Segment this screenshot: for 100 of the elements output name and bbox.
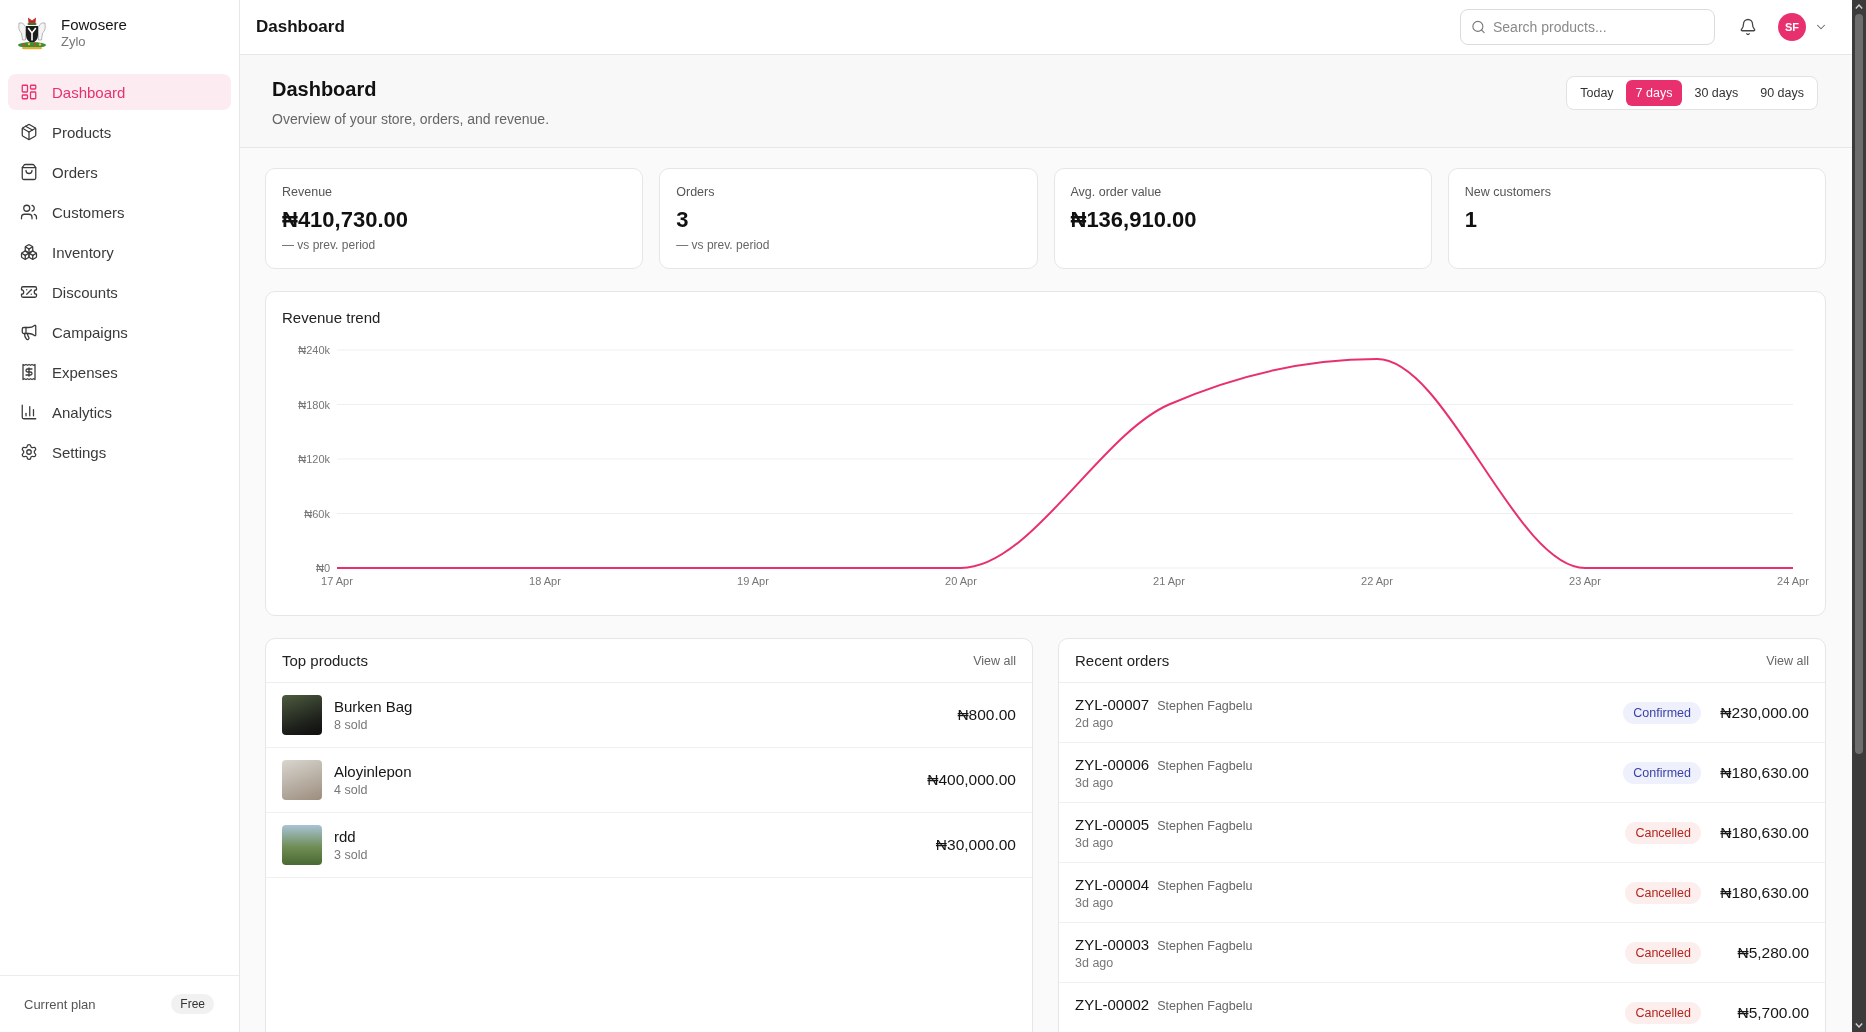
order-amount: ₦5,280.00 [1736,943,1809,962]
stat-value: ₦410,730.00 [282,206,409,234]
order-amount: ₦180,630.00 [1719,883,1809,902]
order-id: ZYL-00006 [1075,755,1150,775]
megaphone-icon [20,323,38,341]
card-title: Recent orders [1075,652,1170,669]
x-axis-label: 20 Apr [945,575,977,587]
status-badge: Cancelled [1625,821,1701,844]
nav-item[interactable]: Dashboard [8,74,231,110]
product-price: ₦800.00 [957,706,1016,724]
nav-item[interactable]: Customers [8,194,231,230]
y-axis-label: ₦240k [298,344,330,356]
order-id: ZYL-00003 [1075,935,1150,955]
bell-icon[interactable] [1739,18,1757,36]
box-icon [20,123,38,141]
status-badge: Cancelled [1625,1001,1701,1024]
scrollbar-thumb[interactable] [1855,14,1863,754]
range-tab[interactable]: 7 days [1625,80,1683,106]
nav-item[interactable]: Expenses [8,354,231,390]
nav-item[interactable]: Inventory [8,234,231,270]
view-all-link[interactable]: View all [973,653,1016,668]
order-time: 3d ago [1075,895,1115,911]
product-price: ₦30,000.00 [935,836,1016,854]
status-badge: Cancelled [1625,881,1701,904]
status-badge: Confirmed [1623,761,1701,784]
product-sold: 3 sold [334,847,368,863]
order-id: ZYL-00007 [1075,695,1150,715]
order-id: ZYL-00004 [1075,875,1150,895]
range-tab[interactable]: 90 days [1750,80,1814,106]
header-title: Dashboard [256,17,345,37]
photo-placeholder [282,825,322,865]
search-icon [1471,19,1486,35]
users-icon [20,203,38,221]
grid-icon [20,83,38,101]
product-price: ₦400,000.00 [927,771,1016,789]
stat-note: — vs prev. period [676,237,771,253]
product-sold: 4 sold [334,782,369,798]
range-tab[interactable]: Today [1570,80,1624,106]
order-amount: ₦180,630.00 [1719,763,1809,782]
customer-name: Stephen Fagbelu [1157,819,1253,833]
stat-value: 3 [676,206,690,234]
y-axis-label: ₦60k [304,507,330,520]
stat-label: Avg. order value [1070,184,1163,201]
y-axis-label: ₦0 [315,562,330,574]
nav-item[interactable]: Analytics [8,394,231,430]
page-title: Dashboard [272,77,378,102]
brand-name: Fowosere [61,16,127,34]
nav-item[interactable]: Settings [8,434,231,470]
x-axis-label: 23 Apr [1569,575,1601,587]
bag-icon [20,163,38,181]
order-time: 3d ago [1075,775,1115,791]
nav-item[interactable]: Products [8,114,231,150]
x-axis-label: 21 Apr [1153,575,1185,587]
page-subtitle: Overview of your store, orders, and revenue. [272,110,550,129]
bar-chart-icon [20,403,38,421]
nav-item[interactable]: Campaigns [8,314,231,350]
stat-note: — vs prev. period [282,237,377,253]
x-axis-label: 17 Apr [321,575,353,587]
photo-placeholder [282,760,322,800]
order-id: ZYL-00005 [1075,815,1150,835]
product-name: Aloyinlepon [334,762,412,782]
customer-name: Stephen Fagbelu [1157,939,1253,953]
stat-label: Orders [676,184,716,201]
brand-subtitle: Zylo [61,34,87,50]
photo-placeholder [282,695,322,735]
scrollbar[interactable] [1852,0,1866,1032]
order-time: 2d ago [1075,715,1115,731]
x-axis-label: 19 Apr [737,575,769,587]
order-amount: ₦230,000.00 [1719,703,1809,722]
nav-item[interactable]: Discounts [8,274,231,310]
stat-label: New customers [1464,184,1552,201]
customer-name: Stephen Fagbelu [1157,879,1253,893]
avatar[interactable]: SF [1778,13,1806,41]
order-time: 3d ago [1075,955,1115,971]
receipt-icon [20,363,38,381]
range-tab[interactable]: 30 days [1684,80,1749,106]
x-axis-label: 24 Apr [1777,575,1809,587]
customer-name: Stephen Fagbelu [1157,759,1253,773]
search-field[interactable]: Search products... [1460,9,1715,45]
product-name: Burken Bag [334,697,413,717]
boxes-icon [20,243,38,261]
x-axis-label: 18 Apr [529,575,561,587]
order-amount: ₦5,700.00 [1736,1003,1809,1022]
chart-title: Revenue trend [282,308,382,328]
plan-badge: Free [171,994,214,1014]
settings-icon [20,443,38,461]
stat-value: 1 [1464,206,1478,234]
order-time: 3d ago [1075,835,1115,851]
nav-item[interactable]: Orders [8,154,231,190]
card-title: Top products [282,652,368,669]
product-name: rdd [334,827,357,847]
order-amount: ₦180,630.00 [1719,823,1809,842]
plan-label: Current plan [24,996,96,1012]
order-id: ZYL-00002 [1075,995,1150,1015]
customer-name: Stephen Fagbelu [1157,699,1253,713]
stat-value: ₦136,910.00 [1070,206,1198,234]
x-axis-label: 22 Apr [1361,575,1393,587]
product-sold: 8 sold [334,717,369,733]
view-all-link[interactable]: View all [1766,653,1809,668]
customer-name: Stephen Fagbelu [1157,999,1253,1013]
